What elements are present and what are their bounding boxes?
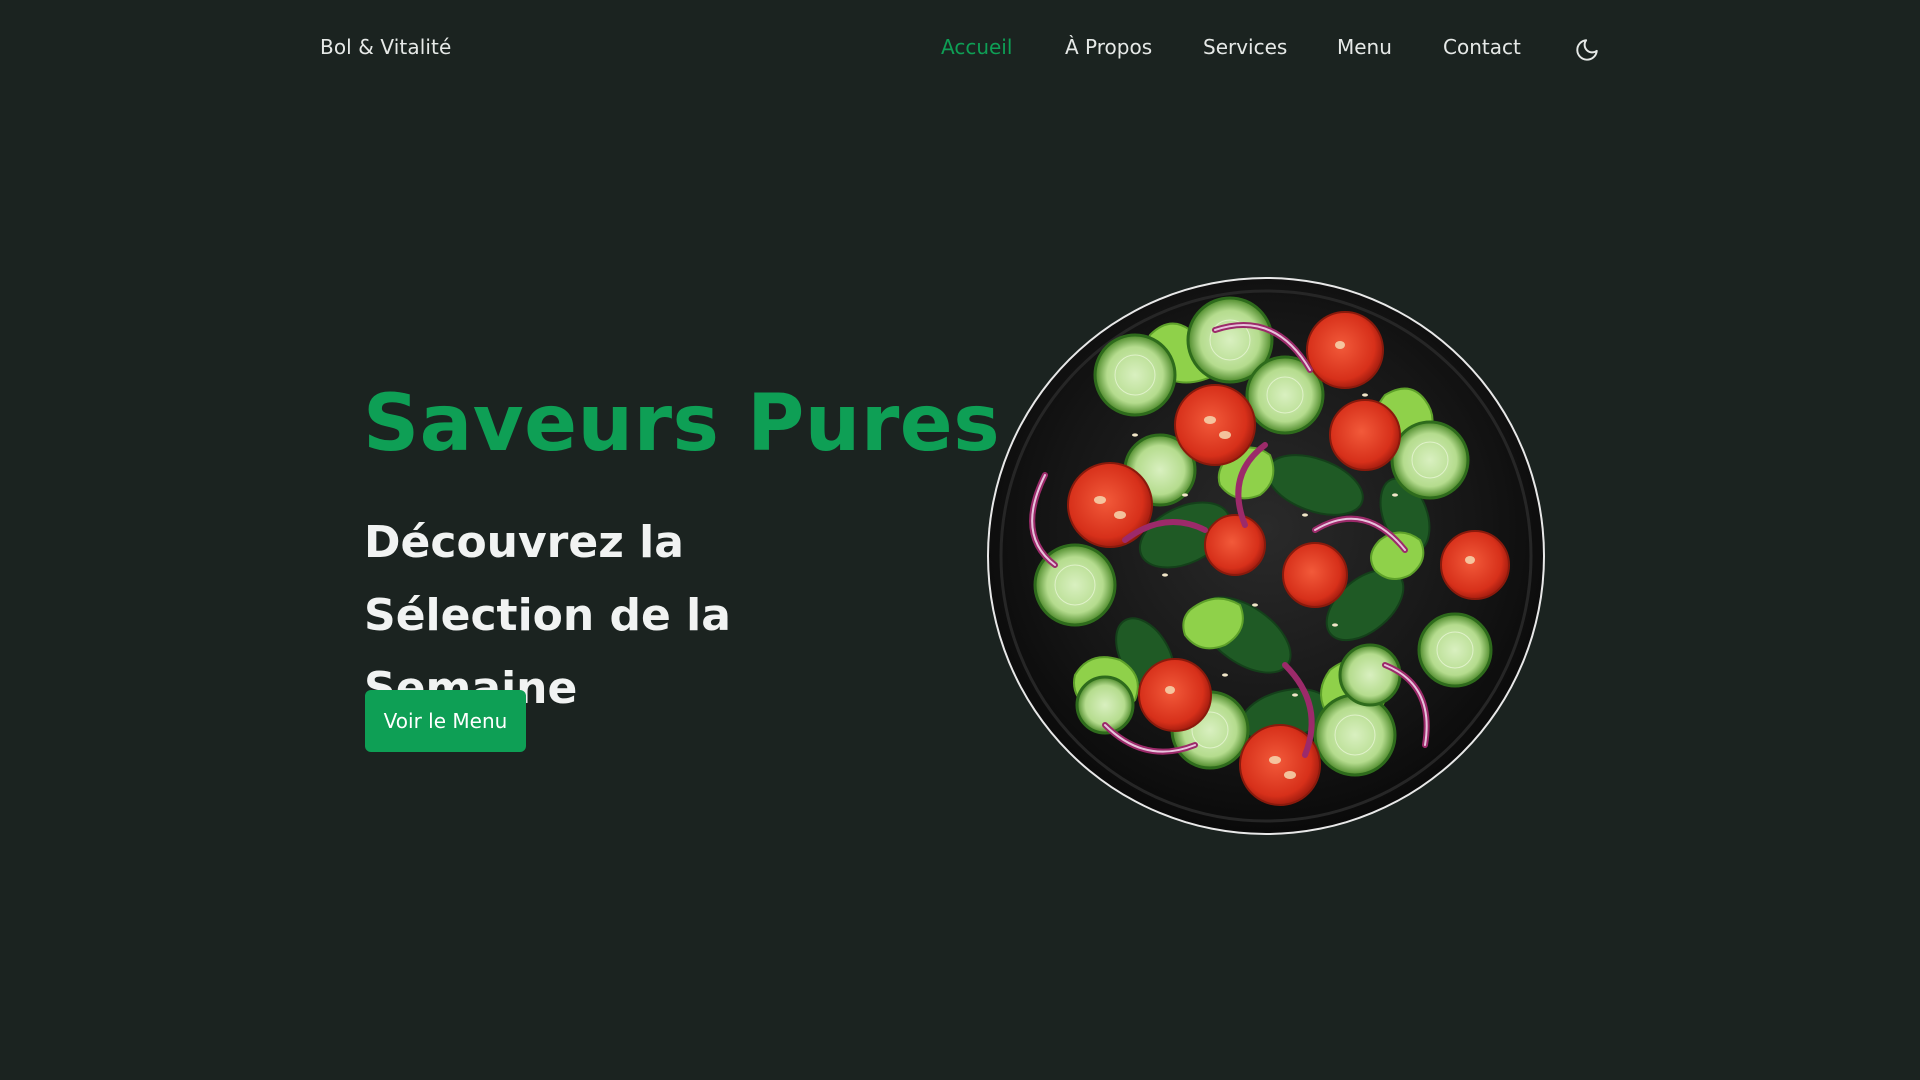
nav-item-services[interactable]: Services <box>1203 35 1287 59</box>
site-header: Bol & Vitalité Accueil À Propos Services… <box>0 0 1920 100</box>
site-logo[interactable]: Bol & Vitalité <box>320 35 451 59</box>
moon-icon <box>1576 39 1598 61</box>
hero-title: Saveurs Pures <box>363 379 1001 469</box>
view-menu-button[interactable]: Voir le Menu <box>365 690 526 752</box>
salad-bowl-image <box>987 277 1545 835</box>
theme-toggle-button[interactable] <box>1574 37 1600 63</box>
nav-item-contact[interactable]: Contact <box>1443 35 1521 59</box>
nav-item-menu[interactable]: Menu <box>1337 35 1392 59</box>
page: Bol & Vitalité Accueil À Propos Services… <box>0 0 1920 1080</box>
nav-item-accueil[interactable]: Accueil <box>941 35 1012 59</box>
nav-item-a-propos[interactable]: À Propos <box>1065 35 1152 59</box>
